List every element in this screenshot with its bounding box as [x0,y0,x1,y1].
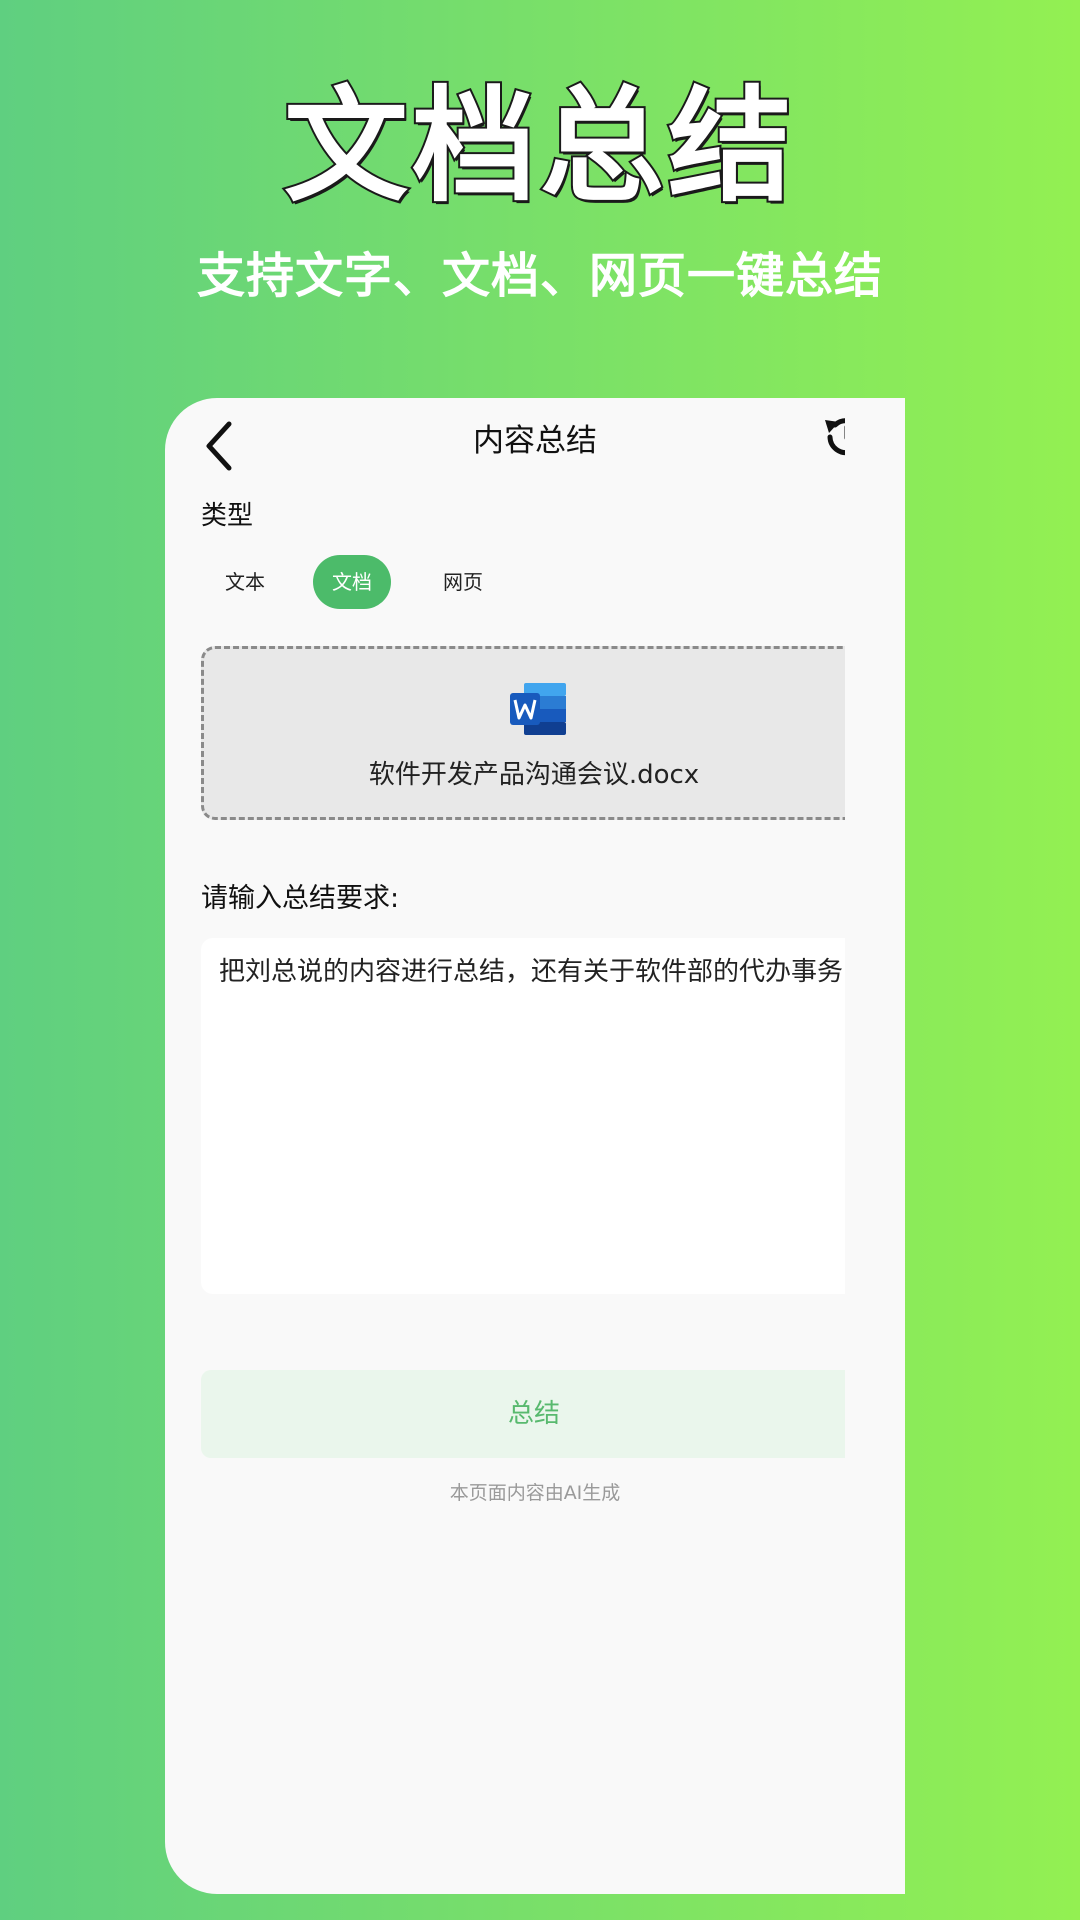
tab-text[interactable]: 文本 [205,555,285,609]
word-document-icon [510,683,566,735]
summarize-button[interactable]: 总结 [201,1370,867,1458]
tab-webpage[interactable]: 网页 [423,555,503,609]
file-upload-area[interactable]: 软件开发产品沟通会议.docx [201,646,867,820]
page-title: 内容总结 [473,423,597,459]
requirement-input[interactable]: 把刘总说的内容进行总结，还有关于软件部的代办事务 [201,938,867,1294]
history-button[interactable] [821,412,871,462]
ai-disclaimer: 本页面内容由AI生成 [449,1482,621,1504]
tab-document[interactable]: 文档 [313,555,391,609]
type-label: 类型 [201,501,254,531]
requirement-label: 请输入总结要求: [201,883,400,914]
phone-screen: 内容总结 类型 文本 文档 网页 软件开发产品沟通会议.docx 请输入总结要求… [165,398,905,1894]
history-icon [825,418,865,456]
file-name: 软件开发产品沟通会议.docx [368,760,700,790]
hero-subtitle: 支持文字、文档、网页一键总结 [196,248,883,304]
hero-title: 文档总结 [282,75,796,219]
